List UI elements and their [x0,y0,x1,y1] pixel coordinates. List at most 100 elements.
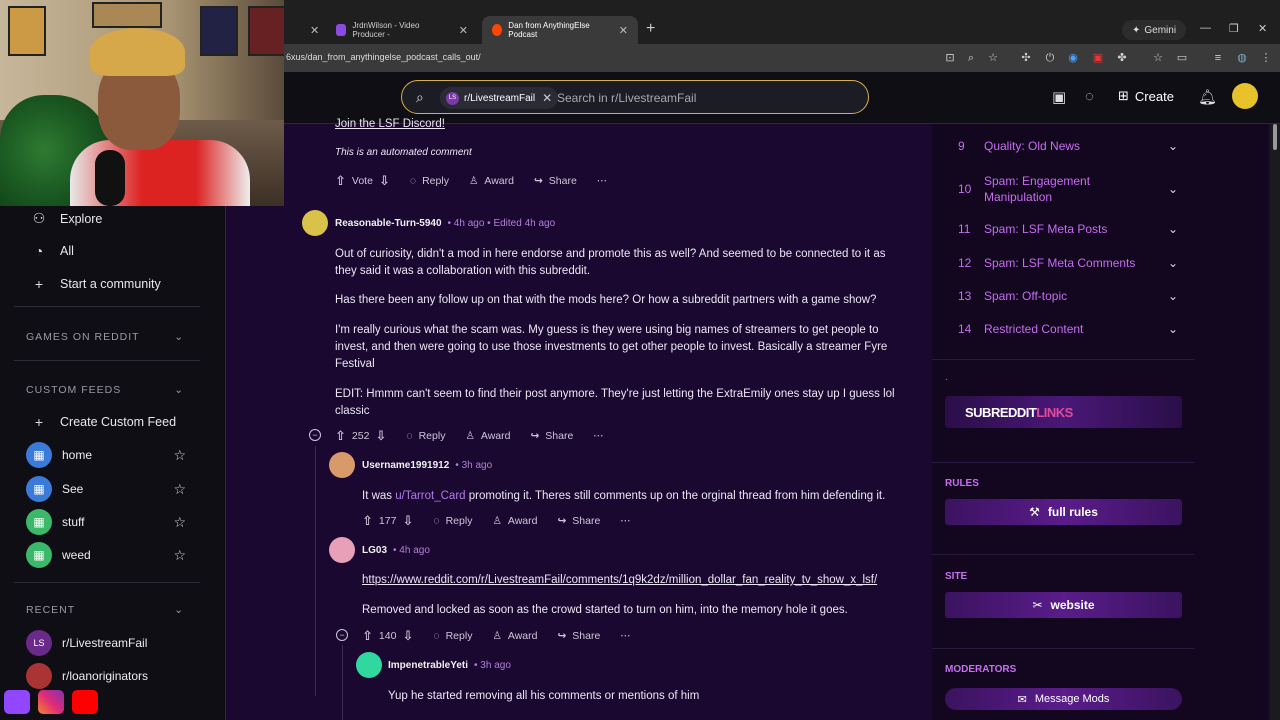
upvote-button[interactable]: ⇧ 140 ⇩ [362,628,413,644]
rule-item[interactable]: 12 Spam: LSF Meta Comments ⌄ [958,256,1178,270]
star-icon[interactable]: ☆ [173,447,186,464]
kebab-menu-icon[interactable]: ⋮ [1258,50,1274,66]
more-options-icon[interactable]: ⋯ [620,630,631,642]
subreddit-chip[interactable]: LS r/LivestreamFail ✕ [440,87,559,109]
nav-all[interactable]: ◔ All [30,243,74,259]
avatar[interactable] [356,652,382,678]
message-mods-button[interactable]: ✉ Message Mods [945,688,1182,710]
scrollbar[interactable] [1270,124,1280,720]
more-options-icon[interactable]: ⋯ [593,430,604,442]
share-button[interactable]: ↪ Share [534,175,577,187]
thread-line[interactable] [315,446,316,696]
username[interactable]: Username1991912 [362,460,449,471]
nav-start-community[interactable]: + Start a community [30,276,161,292]
thread-line[interactable] [342,645,343,720]
tab-jrdnwilson[interactable]: JrdnWilson - Video Producer - ✕ [326,16,478,44]
create-button[interactable]: ⊞ Create [1118,88,1174,104]
recent-section-header[interactable]: RECENT ⌄ [26,604,184,616]
zoom-icon[interactable]: ⌕ [963,50,979,66]
collapse-thread-icon[interactable]: − [336,629,348,641]
downvote-icon[interactable]: ⇩ [402,628,413,644]
puzzle-icon[interactable]: ✤ [1114,50,1130,66]
maximize-icon[interactable]: ❐ [1229,22,1239,35]
tab-dan-podcast[interactable]: Dan from AnythingElse Podcast ✕ [482,16,638,44]
audio-icon[interactable]: ◉ [1065,50,1081,66]
advertise-icon[interactable]: ▣ [1052,88,1066,106]
avatar[interactable] [329,537,355,563]
rule-item[interactable]: 13 Spam: Off-topic ⌄ [958,289,1178,303]
close-icon[interactable]: ✕ [310,24,319,37]
collapse-thread-icon[interactable]: − [309,429,321,441]
reply-button[interactable]: ◌ Reply [433,630,472,642]
feed-weed[interactable]: ▦ weed ☆ [26,542,186,568]
notifications-bell-icon[interactable]: 🔔︎ [1198,88,1217,106]
username[interactable]: ImpenetrableYeti [388,660,468,671]
avatar[interactable] [329,452,355,478]
window-close-icon[interactable]: ✕ [1258,22,1267,35]
minimize-icon[interactable]: — [1200,22,1211,34]
share-button[interactable]: ↪ Share [557,515,600,527]
chat-icon[interactable]: ◌ [1085,88,1094,105]
more-options-icon[interactable]: ⋯ [620,515,631,527]
discord-link[interactable]: Join the LSF Discord! [335,116,445,133]
games-section-header[interactable]: GAMES ON REDDIT ⌄ [26,331,184,343]
nav-explore[interactable]: ⚇ Explore [30,210,103,227]
avatar[interactable] [302,210,328,236]
extension-red-icon[interactable]: ▣ [1090,50,1106,66]
star-icon[interactable]: ☆ [173,547,186,564]
scrollbar-thumb[interactable] [1273,124,1277,150]
rule-item[interactable]: 11 Spam: LSF Meta Posts ⌄ [958,222,1178,236]
reddit-thread-link[interactable]: https://www.reddit.com/r/LivestreamFail/… [362,572,922,589]
user-mention-link[interactable]: u/Tarrot_Card [395,490,465,502]
downvote-icon[interactable]: ⇩ [402,513,413,529]
subreddit-links-banner[interactable]: SUBREDDITLINKS [945,396,1182,428]
custom-feeds-section-header[interactable]: CUSTOM FEEDS ⌄ [26,384,184,396]
profile-icon[interactable]: ◍ [1234,50,1250,66]
gemini-button[interactable]: ✦ Gemini [1122,20,1187,40]
downvote-icon[interactable]: ⇩ [375,428,386,444]
create-custom-feed[interactable]: + Create Custom Feed [30,414,176,430]
award-button[interactable]: ♙ Award [469,175,514,187]
power-icon[interactable]: ⏻ [1042,50,1058,66]
chip-close-icon[interactable]: ✕ [542,91,552,105]
close-icon[interactable]: ✕ [619,24,628,37]
reply-button[interactable]: ◌ Reply [406,430,445,442]
website-button[interactable]: ✂ website [945,592,1182,618]
feed-stuff[interactable]: ▦ stuff ☆ [26,509,186,535]
upvote-button[interactable]: ⇧ 252 ⇩ [335,428,386,444]
bookmark-star-icon[interactable]: ☆ [985,50,1001,66]
install-icon[interactable]: ⊡ [942,50,958,66]
upvote-button[interactable]: ⇧ Vote ⇩ [335,173,390,189]
search-input[interactable]: ⌕ LS r/LivestreamFail ✕ Search in r/Live… [401,80,869,114]
share-button[interactable]: ↪ Share [557,630,600,642]
new-tab-plus-icon[interactable]: + [646,20,655,38]
downvote-icon[interactable]: ⇩ [379,173,390,189]
close-icon[interactable]: ✕ [459,24,468,37]
recent-livestreamfail[interactable]: LS r/LivestreamFail [26,630,186,656]
username[interactable]: LG03 [362,545,387,556]
award-button[interactable]: ♙ Award [492,515,537,527]
url-text[interactable]: 6xus/dan_from_anythingelse_podcast_calls… [286,52,481,62]
award-button[interactable]: ♙ Award [492,630,537,642]
rule-item[interactable]: 10 Spam: Engagement Manipulation ⌄ [958,173,1178,205]
recent-loanoriginators[interactable]: r/loanoriginators [26,663,186,689]
feed-see[interactable]: ▦ See ☆ [26,476,186,502]
extension-icon[interactable]: ✣ [1018,50,1034,66]
star-icon[interactable]: ☆ [173,481,186,498]
star-icon[interactable]: ☆ [173,514,186,531]
reply-button[interactable]: ◌ Reply [433,515,472,527]
user-avatar[interactable] [1232,83,1258,109]
sidepanel-icon[interactable]: ▭ [1174,50,1190,66]
feed-home[interactable]: ▦ home ☆ [26,442,186,468]
full-rules-button[interactable]: ⚒ full rules [945,499,1182,525]
award-button[interactable]: ♙ Award [465,430,510,442]
reply-button[interactable]: ◌ Reply [410,175,449,187]
more-options-icon[interactable]: ⋯ [597,175,608,187]
upvote-button[interactable]: ⇧ 177 ⇩ [362,513,413,529]
tab-close-partial[interactable]: ✕ [292,16,320,44]
username[interactable]: Reasonable-Turn-5940 [335,218,442,229]
rule-item[interactable]: 9 Quality: Old News ⌄ [958,139,1178,153]
share-button[interactable]: ↪ Share [530,430,573,442]
menu-list-icon[interactable]: ≡ [1210,50,1226,66]
bookmarks-icon[interactable]: ☆ [1150,50,1166,66]
